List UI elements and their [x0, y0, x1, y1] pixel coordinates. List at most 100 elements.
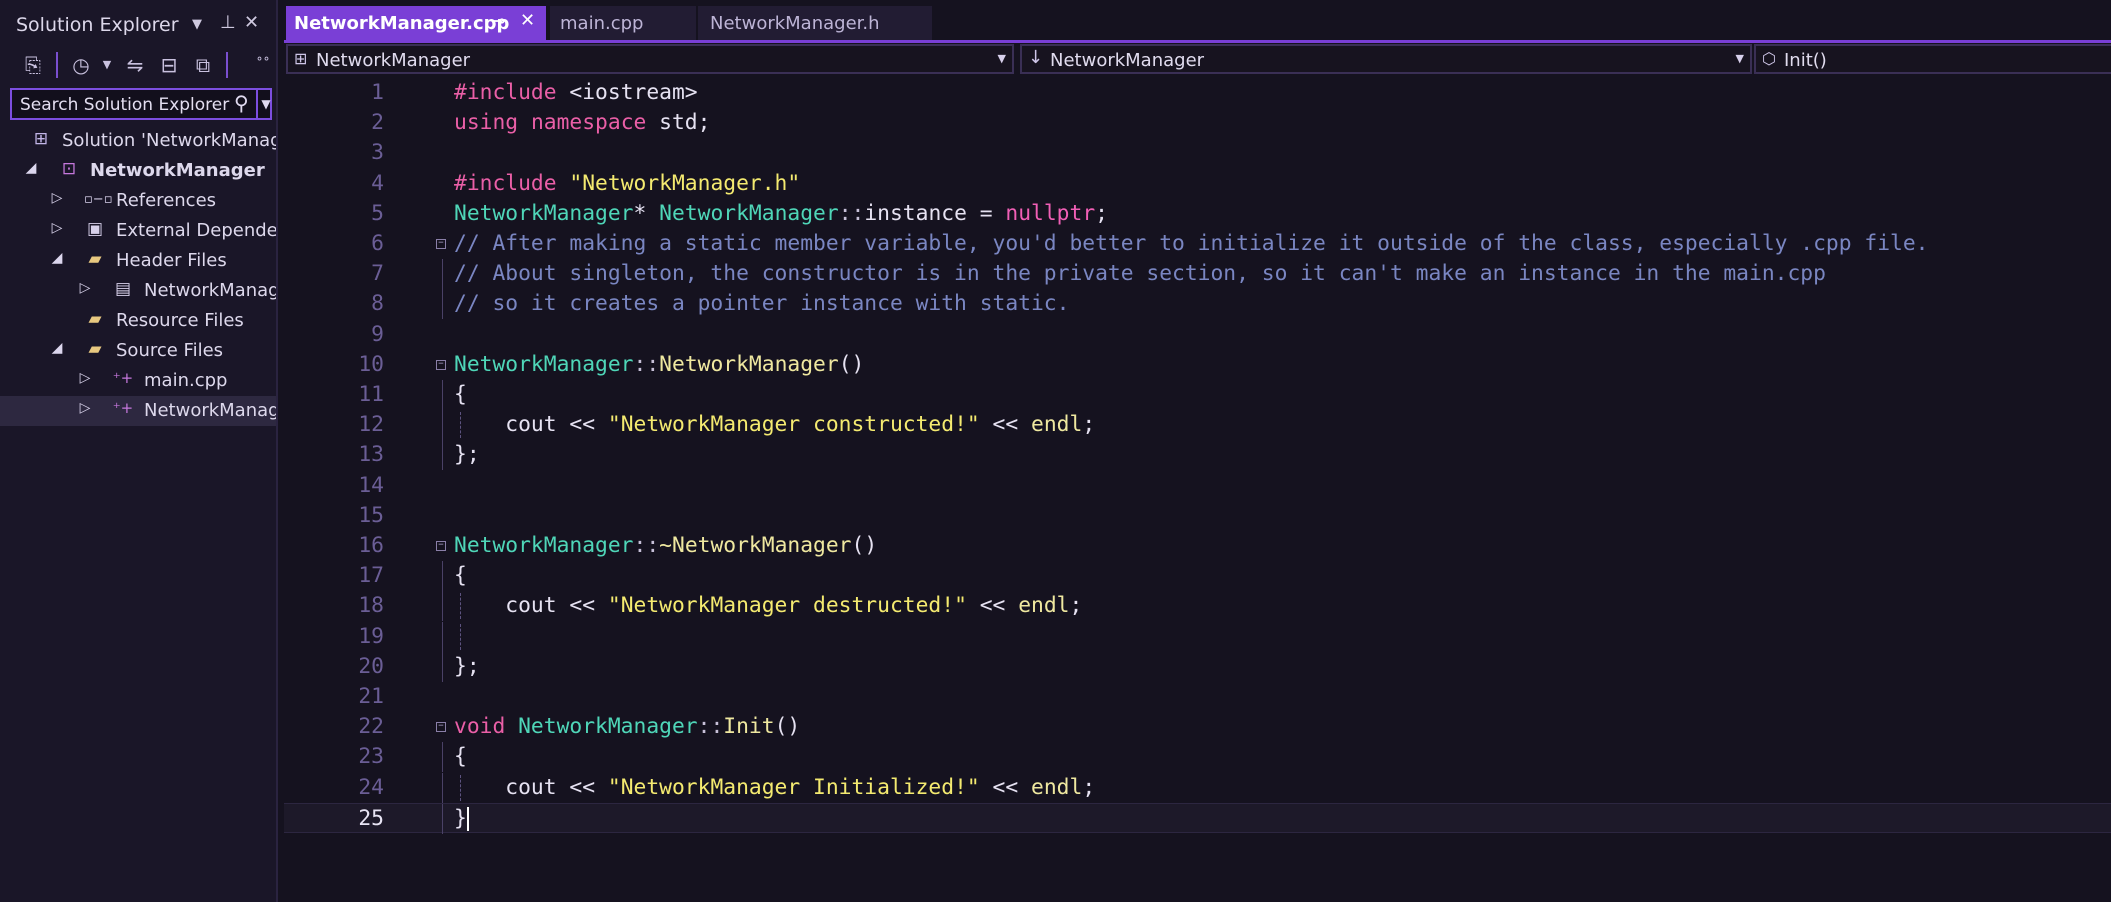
- search-options-dropdown[interactable]: ▼: [256, 90, 274, 118]
- tree-item-references[interactable]: ▷ ▫−▫ References: [0, 186, 276, 216]
- tab-networkmanager-cpp[interactable]: NetworkManager.cpp ⊸ ✕: [286, 6, 546, 40]
- collapsed-arrow-icon[interactable]: ▷: [78, 280, 92, 296]
- code-line[interactable]: 17 {: [284, 561, 2111, 592]
- sync-icon[interactable]: ⇋: [120, 50, 150, 80]
- code-line[interactable]: 21: [284, 682, 2111, 712]
- code-text: };: [454, 652, 480, 682]
- switch-views-icon[interactable]: ⎘: [18, 50, 48, 80]
- code-line[interactable]: 23 {: [284, 742, 2111, 773]
- collapse-region-icon[interactable]: −: [436, 722, 446, 733]
- line-number: 20: [358, 653, 384, 679]
- code-line[interactable]: 24 cout << "NetworkManager Initialized!"…: [284, 772, 2111, 803]
- code-line[interactable]: 8 // so it creates a pointer instance wit…: [284, 289, 2111, 320]
- outline-guide: [442, 259, 443, 290]
- code-line[interactable]: 2 using namespace std;: [284, 108, 2111, 138]
- tree-item-label: Solution 'NetworkManager': [62, 130, 276, 151]
- code-token: NetworkManager: [518, 714, 698, 740]
- tree-item-header-files[interactable]: ◢ ▰ Header Files: [0, 246, 276, 276]
- collapsed-arrow-icon[interactable]: ▷: [78, 370, 92, 386]
- collapse-region-icon[interactable]: −: [436, 541, 446, 551]
- code-line[interactable]: 25}: [284, 802, 2111, 834]
- code-token: "NetworkManager constructed!": [607, 412, 980, 438]
- code-line[interactable]: 9: [284, 320, 2111, 350]
- code-text: {: [454, 561, 467, 591]
- pin-icon[interactable]: ⊥: [220, 12, 236, 33]
- project-icon: ⊡: [61, 159, 77, 179]
- code-line[interactable]: 7 // About singleton, the constructor is …: [284, 259, 2111, 290]
- show-all-files-icon[interactable]: ⧉: [188, 50, 218, 80]
- code-line[interactable]: 12 cout << "NetworkManager constructed!"…: [284, 410, 2111, 441]
- outline-guide: [442, 591, 443, 622]
- collapse-region-icon[interactable]: −: [436, 359, 446, 370]
- code-token: #include: [454, 80, 570, 105]
- tab-label: main.cpp: [560, 13, 644, 34]
- chevron-down-icon[interactable]: ▼: [192, 17, 202, 32]
- code-token: endl: [1031, 412, 1083, 438]
- cpp-file-icon: ⁺+: [112, 369, 134, 387]
- collapsed-arrow-icon[interactable]: ▷: [50, 190, 64, 206]
- line-number: 2: [371, 110, 384, 136]
- code-token: cout <<: [454, 774, 608, 800]
- expanded-arrow-icon[interactable]: ◢: [50, 340, 64, 356]
- tree-item-project[interactable]: ◢ ⊡ NetworkManager: [0, 156, 276, 186]
- tab-main-cpp[interactable]: main.cpp: [550, 6, 696, 40]
- search-input[interactable]: [18, 92, 232, 118]
- tab-networkmanager-h[interactable]: NetworkManager.h: [698, 6, 932, 40]
- outline-guide: [442, 651, 443, 682]
- code-line[interactable]: 14: [284, 471, 2111, 501]
- tree-item-solution[interactable]: ⊞ Solution 'NetworkManager': [0, 126, 276, 156]
- close-icon[interactable]: ✕: [244, 12, 259, 33]
- chevron-down-icon: ▼: [997, 52, 1006, 65]
- more-options-icon[interactable]: ˚˚: [248, 50, 278, 80]
- code-line[interactable]: 5 NetworkManager* NetworkManager::instanc…: [284, 199, 2111, 229]
- member-dropdown[interactable]: ⬡ Init(): [1754, 44, 2111, 74]
- code-text: cout << "NetworkManager constructed!" <<…: [454, 410, 1095, 440]
- chevron-down-icon[interactable]: ▼: [92, 50, 122, 80]
- code-line[interactable]: 1 #include <iostream>: [284, 78, 2111, 108]
- scope-dropdown[interactable]: ↓ NetworkManager ▼: [1020, 44, 1752, 74]
- code-line[interactable]: 18 cout << "NetworkManager destructed!" …: [284, 591, 2111, 622]
- code-token: ~NetworkManager: [659, 533, 852, 558]
- code-token: namespace: [530, 110, 660, 136]
- code-line[interactable]: 3: [284, 138, 2111, 168]
- expanded-arrow-icon[interactable]: ◢: [24, 160, 38, 176]
- project-dropdown[interactable]: ⊞ NetworkManager ▼: [286, 44, 1014, 74]
- collapsed-arrow-icon[interactable]: ▷: [78, 400, 92, 416]
- code-token: };: [454, 442, 480, 468]
- close-tab-icon[interactable]: ✕: [520, 10, 535, 31]
- line-number: 7: [371, 261, 384, 287]
- tree-item-label: NetworkManager: [90, 160, 265, 181]
- tree-item-source-files[interactable]: ◢ ▰ Source Files: [0, 336, 276, 366]
- code-line[interactable]: 4 #include "NetworkManager.h": [284, 169, 2111, 199]
- collapse-region-icon[interactable]: −: [436, 239, 446, 249]
- code-text: NetworkManager::NetworkManager(): [454, 350, 864, 380]
- code-line[interactable]: 11 {: [284, 380, 2111, 410]
- indent-guide: [460, 623, 461, 650]
- code-line[interactable]: 15: [284, 501, 2111, 531]
- solution-icon: ⊞: [33, 129, 49, 149]
- tree-item-networkmanager-cpp[interactable]: ▷ ⁺+ NetworkManager.cpp: [0, 396, 276, 426]
- tree-item-external-dependencies[interactable]: ▷ ▣ External Dependencies: [0, 216, 276, 246]
- code-line[interactable]: 20};: [284, 651, 2111, 682]
- toolbar-separator: [226, 52, 228, 78]
- expanded-arrow-icon[interactable]: ◢: [50, 250, 64, 266]
- tree-item-label: Source Files: [116, 340, 224, 361]
- code-token: ::: [838, 200, 865, 226]
- line-number: 4: [371, 170, 384, 196]
- code-line[interactable]: 16 − NetworkManager::~NetworkManager(): [284, 531, 2111, 561]
- navigation-bar: ⊞ NetworkManager ▼ ↓ NetworkManager ▼ ⬡ …: [284, 44, 2111, 76]
- code-line[interactable]: 19: [284, 621, 2111, 652]
- collapse-all-icon[interactable]: ⊟: [154, 50, 184, 80]
- code-line[interactable]: 13};: [284, 440, 2111, 471]
- code-token: NetworkManager: [659, 200, 839, 226]
- collapsed-arrow-icon[interactable]: ▷: [50, 220, 64, 236]
- tree-item-networkmanager-h[interactable]: ▷ ▤ NetworkManager.h: [0, 276, 276, 306]
- code-line[interactable]: 6 −// After making a static member variab…: [284, 229, 2111, 259]
- tree-item-resource-files[interactable]: ▰ Resource Files: [0, 306, 276, 336]
- tree-item-main-cpp[interactable]: ▷ ⁺+ main.cpp: [0, 366, 276, 396]
- search-icon[interactable]: ⚲: [234, 91, 249, 115]
- code-line[interactable]: 10− NetworkManager::NetworkManager(): [284, 350, 2111, 380]
- code-area[interactable]: 1 #include <iostream> 2 using namespace std…: [284, 78, 2111, 902]
- code-line[interactable]: 22 − void NetworkManager::Init(): [284, 712, 2111, 742]
- pin-tab-icon[interactable]: ⊸: [492, 11, 505, 30]
